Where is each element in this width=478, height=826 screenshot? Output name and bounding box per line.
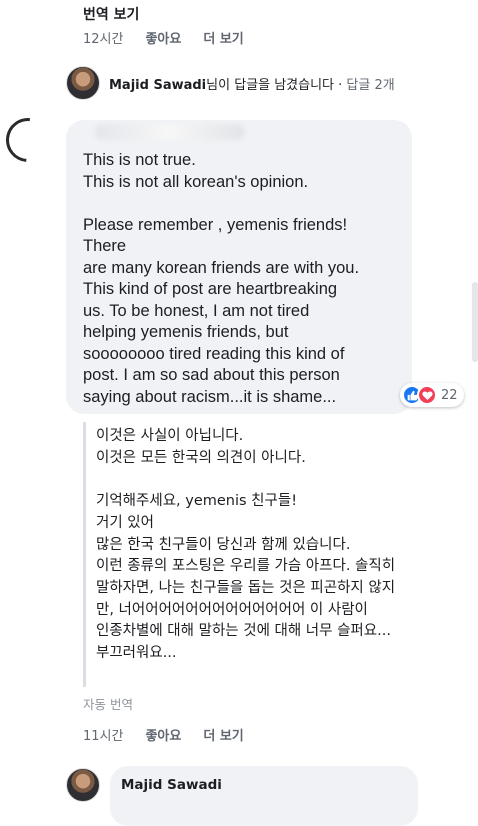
auto-translation-label[interactable]: 자동 번역 <box>83 694 133 713</box>
avatar[interactable] <box>66 66 100 100</box>
like-button[interactable]: 좋아요 <box>145 725 181 744</box>
scrollbar[interactable] <box>472 282 478 362</box>
reaction-count: 22 <box>441 387 458 403</box>
redacted-commenter-name <box>95 124 245 140</box>
reply-summary-label: 님이 답글을 남겼습니다 · <box>206 77 347 93</box>
more-button[interactable]: 더 보기 <box>203 28 243 47</box>
like-button[interactable]: 좋아요 <box>145 28 181 47</box>
reaction-summary[interactable]: 22 <box>400 383 464 407</box>
translated-comment-text: 이것은 사실이 아닙니다. 이것은 모든 한국의 의견이 아니다. 기억해주세요… <box>96 428 396 662</box>
more-button[interactable]: 더 보기 <box>203 725 243 744</box>
timestamp: 12시간 <box>83 32 124 47</box>
next-comment-bubble <box>110 766 418 826</box>
reply-summary[interactable]: Majid Sawadi님이 답글을 남겼습니다 · 답글 2개 <box>66 66 395 100</box>
timestamp: 11시간 <box>83 729 124 744</box>
avatar[interactable] <box>0 109 59 171</box>
replier-name[interactable]: Majid Sawadi <box>109 78 206 93</box>
reply-count[interactable]: 답글 2개 <box>346 78 394 93</box>
comment-text: This is not true. This is not all korean… <box>83 151 360 406</box>
comment-actions: 11시간 좋아요 더 보기 <box>83 725 244 744</box>
next-commenter-name[interactable]: Majid Sawadi <box>121 777 222 793</box>
love-reaction-icon <box>417 385 437 405</box>
avatar[interactable] <box>66 768 100 802</box>
see-translation-link[interactable]: 번역 보기 <box>83 4 139 24</box>
comment-actions-top: 12시간 좋아요 더 보기 <box>83 28 244 47</box>
reply-summary-text[interactable]: Majid Sawadi님이 답글을 남겼습니다 · 답글 2개 <box>109 74 395 93</box>
translation-divider <box>83 422 86 687</box>
